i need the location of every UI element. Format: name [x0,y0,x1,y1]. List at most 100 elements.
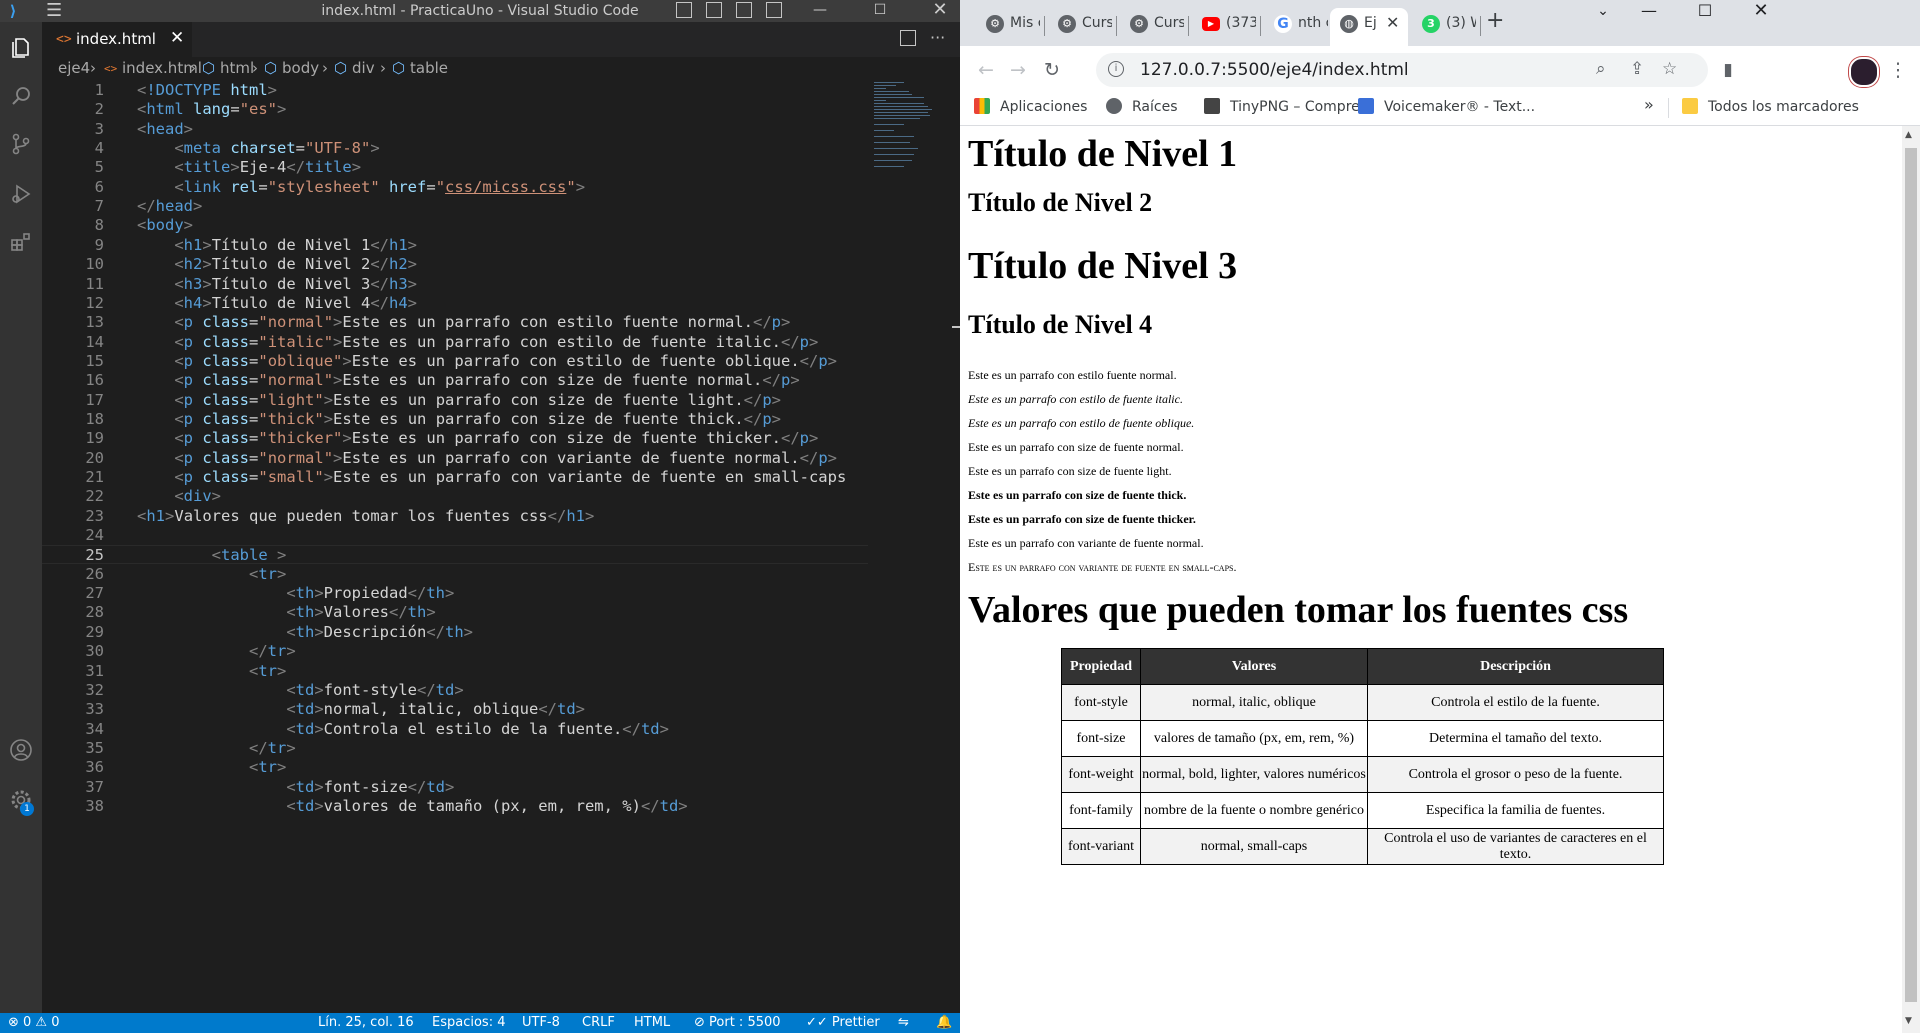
code-line[interactable]: 16 <p class="normal">Este es un parrafo … [42,371,868,390]
code-line[interactable]: 28 <th>Valores</th> [42,603,868,622]
scrollbar-thumb[interactable] [1905,148,1917,1002]
chrome-close-button[interactable]: ✕ [1738,0,1784,30]
code-line[interactable]: 27 <th>Propiedad</th> [42,584,868,603]
toggle-panel-icon[interactable] [706,2,722,18]
code-line[interactable]: 12 <h4>Título de Nivel 4</h4> [42,294,868,313]
eol-status[interactable]: CRLF [582,1015,615,1030]
code-line[interactable]: 1 <!DOCTYPE html> [42,81,868,100]
live-server-port[interactable]: ⊘ Port : 5500 [694,1015,781,1030]
code-line[interactable]: 15 <p class="oblique">Este es un parrafo… [42,352,868,371]
browser-tab[interactable]: ▶ (3736 [1192,8,1256,46]
minimize-button[interactable]: — [800,0,840,22]
breadcrumb-item[interactable]: html [220,59,254,77]
code-line[interactable]: 29 <th>Descripción</th> [42,623,868,642]
chrome-minimize-button[interactable]: — [1626,0,1672,30]
code-editor[interactable]: 1 <!DOCTYPE html> 2 <html lang="es"> 3 <head>… [42,80,868,1015]
code-line[interactable]: 32 <td>font-style</td> [42,681,868,700]
all-bookmarks-folder[interactable]: Todos los marcadores [1682,98,1859,115]
code-line[interactable]: 23 <h1>Valores que pueden tomar los fuent… [42,507,868,526]
bookmark-item[interactable]: Aplicaciones [974,98,1087,115]
scroll-down-arrow-icon[interactable]: ▼ [1905,1016,1912,1026]
code-line[interactable]: 2 <html lang="es"> [42,100,868,119]
zoom-icon[interactable]: ⌕ [1596,59,1606,79]
maximize-button[interactable]: ☐ [860,0,900,22]
browser-tab[interactable]: 3 (3) W [1412,8,1476,46]
code-line[interactable]: 38 <td>valores de tamaño (px, em, rem, %… [42,797,868,816]
tab-search-chevron-icon[interactable]: ⌄ [1580,0,1626,30]
source-control-icon[interactable] [8,132,34,158]
close-tab-icon[interactable]: ✕ [170,28,184,48]
explorer-icon[interactable] [8,36,34,62]
code-line[interactable]: 22 <div> [42,487,868,506]
prettier-status[interactable]: ✓✓ Prettier [806,1015,880,1030]
browser-tab[interactable]: ⚙ Mis c [976,8,1040,46]
minimap[interactable] [868,80,960,1015]
code-line[interactable]: 20 <p class="normal">Este es un parrafo … [42,449,868,468]
browser-tab[interactable]: ⚙ Curso [1120,8,1184,46]
customize-layout-icon[interactable] [766,2,782,18]
scroll-up-arrow-icon[interactable]: ▲ [1905,130,1912,140]
breadcrumb-item[interactable]: div [352,59,375,77]
more-actions-icon[interactable]: ··· [930,28,945,47]
toggle-sidebar-icon[interactable] [676,2,692,18]
code-line[interactable]: 11 <h3>Título de Nivel 3</h3> [42,275,868,294]
code-line[interactable]: 14 <p class="italic">Este es un parrafo … [42,333,868,352]
close-window-button[interactable]: ✕ [920,0,960,22]
site-info-icon[interactable]: i [1108,61,1124,77]
browser-tab[interactable]: ⚙ Curso [1048,8,1112,46]
code-line[interactable]: 6 <link rel="stylesheet" href="css/micss… [42,178,868,197]
code-line[interactable]: 30 </tr> [42,642,868,661]
bookmark-item[interactable]: Raíces [1106,98,1178,115]
page-scrollbar[interactable]: ▲ ▼ [1902,126,1920,1033]
share-icon[interactable]: ⇪ [1630,59,1644,79]
bookmarks-overflow-icon[interactable]: » [1644,95,1654,114]
code-line[interactable]: 19 <p class="thicker">Este es un parrafo… [42,429,868,448]
code-line[interactable]: 8 <body> [42,216,868,235]
breadcrumb-item[interactable]: eje4 [58,59,90,77]
code-line[interactable]: 34 <td>Controla el estilo de la fuente.<… [42,720,868,739]
code-line[interactable]: 10 <h2>Título de Nivel 2</h2> [42,255,868,274]
indentation-status[interactable]: Espacios: 4 [432,1015,505,1030]
toggle-secondary-sidebar-icon[interactable] [736,2,752,18]
code-line[interactable]: 5 <title>Eje-4</title> [42,158,868,177]
notifications-bell-icon[interactable]: 🔔 [936,1015,952,1030]
browser-tab[interactable]: G nth c [1264,8,1328,46]
code-line[interactable]: 3 <head> [42,120,868,139]
breadcrumb-item[interactable]: body [282,59,319,77]
side-panel-icon[interactable]: ▮ [1716,58,1740,82]
code-line[interactable]: 17 <p class="light">Este es un parrafo c… [42,391,868,410]
code-line[interactable]: 36 <tr> [42,758,868,777]
code-line[interactable]: 37 <td>font-size</td> [42,778,868,797]
code-line[interactable]: 7 </head> [42,197,868,216]
code-line[interactable]: 35 </tr> [42,739,868,758]
accounts-icon[interactable] [8,738,34,764]
reload-icon[interactable]: ↻ [1040,58,1064,82]
feedback-icon[interactable]: ⇋ [898,1015,909,1030]
cursor-position[interactable]: Lín. 25, col. 16 [318,1015,414,1030]
url-text[interactable]: 127.0.0.7:5500/eje4/index.html [1140,60,1409,80]
search-icon[interactable] [8,84,34,110]
encoding-status[interactable]: UTF-8 [522,1015,560,1030]
code-line[interactable]: 25 <table > [42,545,868,565]
back-arrow-icon[interactable]: ← [974,58,998,82]
browser-tab-active[interactable]: ◍ Ej ✕ [1330,8,1408,46]
tab-index-html[interactable]: <> index.html ✕ [42,22,192,57]
split-editor-icon[interactable] [900,30,916,46]
code-line[interactable]: 18 <p class="thick">Este es un parrafo c… [42,410,868,429]
code-line[interactable]: 21 <p class="small">Este es un parrafo c… [42,468,868,487]
code-line[interactable]: 24 [42,526,868,545]
new-tab-button[interactable]: + [1486,8,1504,33]
profile-avatar[interactable] [1849,57,1879,87]
language-mode[interactable]: HTML [634,1015,670,1030]
address-bar[interactable]: i 127.0.0.7:5500/eje4/index.html ⌕ ⇪ ☆ [1096,53,1708,87]
chrome-menu-icon[interactable]: ⋮ [1886,58,1910,82]
extensions-icon[interactable] [8,230,34,256]
forward-arrow-icon[interactable]: → [1006,58,1030,82]
bookmark-item[interactable]: TinyPNG – Compre... [1204,98,1373,115]
bookmark-star-icon[interactable]: ☆ [1662,59,1677,79]
code-line[interactable]: 26 <tr> [42,565,868,584]
code-line[interactable]: 9 <h1>Título de Nivel 1</h1> [42,236,868,255]
bookmark-item[interactable]: Voicemaker® - Text... [1358,98,1535,115]
problems-status[interactable]: ⊗ 0 ⚠ 0 [8,1015,60,1030]
breadcrumb-item[interactable]: table [410,59,448,77]
